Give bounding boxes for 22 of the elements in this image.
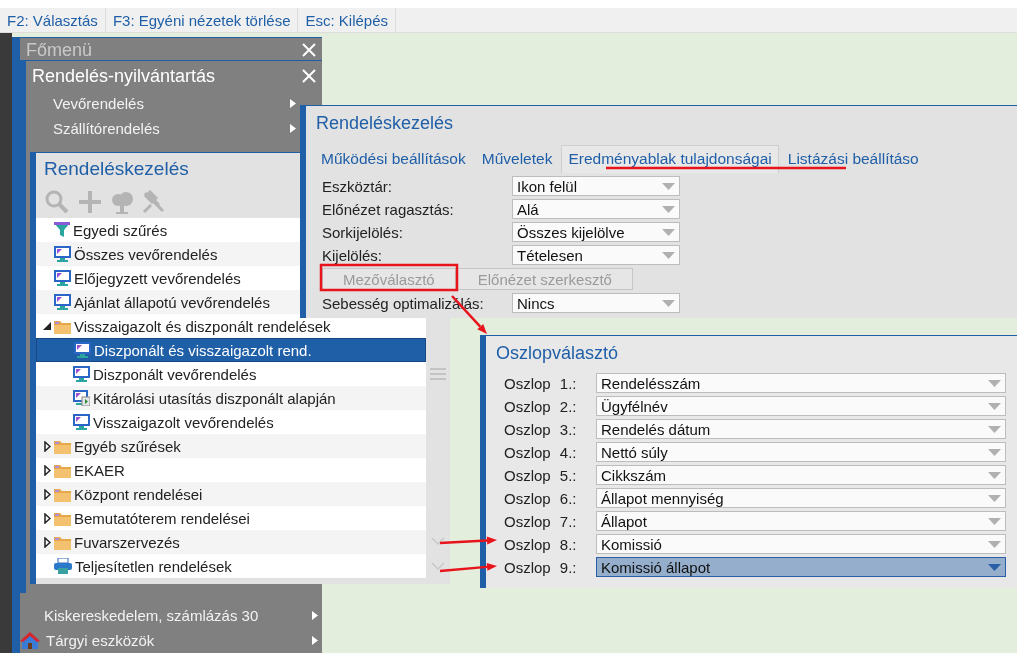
menu-item-label: Vevőrendelés bbox=[53, 95, 145, 112]
window-title: Rendelés-nyilvántartás bbox=[32, 65, 216, 87]
field-label: Eszköztár: bbox=[322, 177, 394, 195]
field-label: Sorkijelölés: bbox=[322, 223, 404, 241]
window-title: Oszlopválasztó bbox=[495, 341, 620, 365]
field-label: Oszlop 2.: bbox=[504, 397, 578, 415]
field-label: Oszlop 3.: bbox=[504, 420, 578, 438]
menu-item-label: Tárgyi eszközök bbox=[46, 632, 156, 649]
menu-item-label: Szállítórendelés bbox=[53, 120, 161, 137]
field-label: Kijelölés: bbox=[322, 246, 384, 264]
field-label: Előnézet ragasztás: bbox=[322, 200, 455, 218]
field-label: Oszlop 4.: bbox=[504, 443, 578, 461]
field-label: Oszlop 9.: bbox=[504, 558, 578, 576]
field-label: Oszlop 8.: bbox=[504, 535, 578, 553]
field-label: Oszlop 6.: bbox=[504, 489, 578, 507]
window-title: Rendeléskezelés bbox=[315, 111, 455, 135]
menu-item-label: Kiskereskedelem, számlázás 30 bbox=[44, 607, 260, 624]
field-label: Oszlop 1.: bbox=[504, 374, 578, 392]
field-label: Oszlop 7.: bbox=[504, 512, 578, 530]
window-title: Főmenü bbox=[26, 39, 93, 61]
field-label: Oszlop 5.: bbox=[504, 466, 578, 484]
window-title: Rendeléskezelés bbox=[44, 158, 189, 180]
